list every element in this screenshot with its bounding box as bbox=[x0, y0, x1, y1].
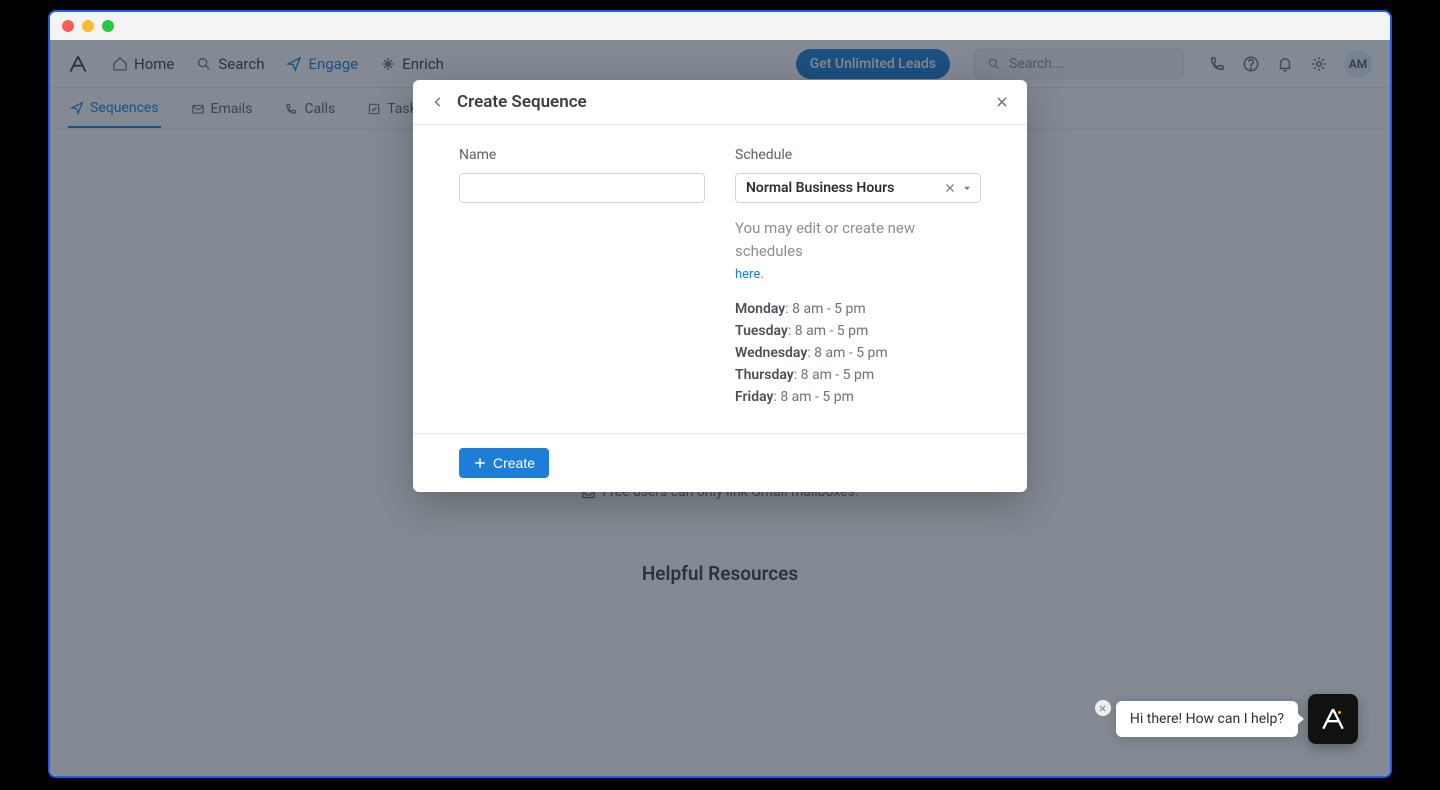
back-button[interactable] bbox=[431, 95, 445, 109]
create-button-label: Create bbox=[493, 455, 535, 471]
chat-widget: Hi there! How can I help? bbox=[1116, 694, 1358, 744]
modal-footer: Create bbox=[413, 433, 1027, 492]
chevron-left-icon bbox=[431, 95, 445, 109]
schedule-row: Wednesday: 8 am - 5 pm bbox=[735, 345, 981, 361]
close-icon bbox=[1098, 704, 1107, 713]
schedule-row: Thursday: 8 am - 5 pm bbox=[735, 367, 981, 383]
schedule-hint: You may edit or create new schedules her… bbox=[735, 217, 981, 285]
brand-logo-icon bbox=[1320, 706, 1346, 732]
window-close-icon[interactable] bbox=[62, 20, 74, 32]
schedule-label: Schedule bbox=[735, 147, 981, 163]
window-maximize-icon[interactable] bbox=[102, 20, 114, 32]
app-content: Home Search Engage bbox=[50, 40, 1390, 776]
chat-close-button[interactable] bbox=[1094, 699, 1112, 717]
plus-icon bbox=[473, 456, 487, 470]
name-field: Name bbox=[459, 147, 705, 405]
schedule-hint-link[interactable]: here bbox=[735, 267, 760, 282]
close-icon bbox=[944, 182, 956, 194]
chat-text: Hi there! How can I help? bbox=[1130, 711, 1284, 727]
modal-header: Create Sequence bbox=[413, 80, 1027, 125]
schedule-value: Normal Business Hours bbox=[746, 180, 938, 196]
modal-body: Name Schedule Normal Business Hours bbox=[413, 125, 1027, 433]
create-sequence-modal: Create Sequence Name Schedule Normal Bus… bbox=[413, 80, 1027, 492]
schedule-row: Monday: 8 am - 5 pm bbox=[735, 301, 981, 317]
close-icon bbox=[995, 95, 1009, 109]
chat-bubble[interactable]: Hi there! How can I help? bbox=[1116, 701, 1298, 737]
schedule-select[interactable]: Normal Business Hours bbox=[735, 173, 981, 203]
schedule-row: Tuesday: 8 am - 5 pm bbox=[735, 323, 981, 339]
schedule-hours: Monday: 8 am - 5 pm Tuesday: 8 am - 5 pm… bbox=[735, 301, 981, 405]
schedule-field: Schedule Normal Business Hours You may bbox=[735, 147, 981, 405]
name-input[interactable] bbox=[459, 173, 705, 203]
clear-schedule-button[interactable] bbox=[944, 182, 956, 194]
caret-down-icon bbox=[962, 183, 972, 193]
schedule-hint-text: You may edit or create new schedules bbox=[735, 219, 915, 260]
create-button[interactable]: Create bbox=[459, 448, 549, 478]
dropdown-caret[interactable] bbox=[962, 183, 972, 193]
app-window: Home Search Engage bbox=[48, 10, 1392, 778]
schedule-row: Friday: 8 am - 5 pm bbox=[735, 389, 981, 405]
name-label: Name bbox=[459, 147, 705, 163]
close-button[interactable] bbox=[995, 95, 1009, 109]
chat-launcher[interactable] bbox=[1308, 694, 1358, 744]
window-titlebar bbox=[50, 12, 1390, 40]
modal-title: Create Sequence bbox=[457, 92, 983, 112]
window-minimize-icon[interactable] bbox=[82, 20, 94, 32]
modal-overlay: Create Sequence Name Schedule Normal Bus… bbox=[50, 40, 1390, 776]
